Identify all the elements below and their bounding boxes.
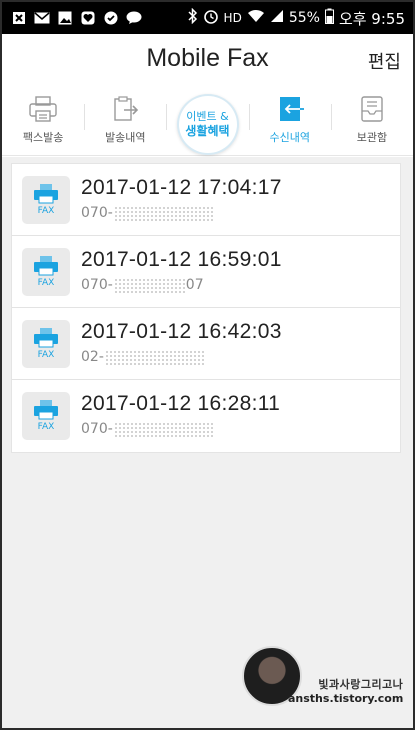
talk-icon <box>125 11 143 25</box>
close-box-icon <box>10 11 28 25</box>
fax-badge: FAX <box>22 392 70 440</box>
battery-percent: 55% <box>288 10 320 26</box>
fax-badge-label: FAX <box>37 206 55 216</box>
inbox-icon <box>275 96 305 122</box>
fax-badge: FAX <box>22 248 70 296</box>
watermark: 빛과사랑그리고나 ansths.tistory.com <box>288 678 403 706</box>
phone-screen: HD 55% 오후 9:55 Mobile Fax 편집 팩스발송 발송내역 이… <box>0 0 415 730</box>
fax-machine-icon <box>34 256 58 276</box>
tab-label: 발송내역 <box>105 131 146 144</box>
fax-badge-label: FAX <box>37 350 55 360</box>
watermark-line2: ansths.tistory.com <box>288 692 404 705</box>
fax-list-item[interactable]: FAX 2017-01-12 16:28:11 070- <box>12 380 400 452</box>
fax-badge-label: FAX <box>37 422 55 432</box>
edit-button[interactable]: 편집 <box>368 48 401 74</box>
fax-list-item[interactable]: FAX 2017-01-12 16:42:03 02- <box>12 308 400 380</box>
fax-received-time: 2017-01-12 16:28:11 <box>81 392 281 415</box>
fax-list-area: FAX 2017-01-12 17:04:17 070- FAX 2017-01… <box>2 157 413 728</box>
printer-icon <box>28 96 58 122</box>
redacted-number <box>104 349 205 365</box>
fax-number-prefix: 070- <box>81 277 113 293</box>
fax-sender-number: 070- 07 <box>81 277 204 293</box>
tab-bar: 팩스발송 발송내역 이벤트 & 생활혜택 수신내역 보관함 <box>2 86 413 156</box>
tab-label: 수신내역 <box>269 131 310 144</box>
wifi-icon <box>247 9 265 27</box>
fax-number-prefix: 070- <box>81 421 113 437</box>
fax-machine-icon <box>34 400 58 420</box>
bluetooth-icon <box>188 7 198 28</box>
fax-list-item[interactable]: FAX 2017-01-12 16:59:01 070- 07 <box>12 236 400 308</box>
fax-machine-icon <box>34 184 58 204</box>
fax-badge: FAX <box>22 176 70 224</box>
fax-number-suffix: 07 <box>185 277 204 293</box>
fax-number-prefix: 02- <box>81 349 104 365</box>
event-label-line1: 이벤트 & <box>186 110 229 123</box>
tab-send-fax[interactable]: 팩스발송 <box>2 86 84 155</box>
fax-list: FAX 2017-01-12 17:04:17 070- FAX 2017-01… <box>11 163 401 453</box>
hd-indicator: HD <box>223 11 242 25</box>
fax-list-item[interactable]: FAX 2017-01-12 17:04:17 070- <box>12 164 400 236</box>
fax-machine-icon <box>34 328 58 348</box>
tab-label: 팩스발송 <box>22 131 64 144</box>
signal-icon <box>270 9 284 27</box>
envelope-icon <box>33 11 51 25</box>
tab-storage[interactable]: 보관함 <box>330 86 413 155</box>
event-label-line2: 생활혜택 <box>185 124 230 138</box>
redacted-number <box>113 205 214 221</box>
fax-sender-number: 02- <box>81 349 205 365</box>
tab-received-history[interactable]: 수신내역 <box>248 86 331 155</box>
event-badge[interactable]: 이벤트 & 생활혜택 <box>176 94 239 155</box>
redacted-number <box>113 421 214 437</box>
fax-received-time: 2017-01-12 16:42:03 <box>81 320 282 343</box>
tab-label: 보관함 <box>356 131 388 144</box>
fax-badge: FAX <box>22 320 70 368</box>
check-icon <box>102 11 120 25</box>
page-title: Mobile Fax <box>146 44 269 72</box>
fax-received-time: 2017-01-12 17:04:17 <box>81 176 282 199</box>
fax-sender-number: 070- <box>81 421 214 437</box>
status-bar: HD 55% 오후 9:55 <box>2 2 413 34</box>
outbox-icon <box>110 96 140 122</box>
alarm-icon <box>203 8 219 28</box>
storage-icon <box>357 96 387 122</box>
battery-icon <box>324 8 334 28</box>
fax-badge-label: FAX <box>37 278 55 288</box>
redacted-number <box>113 277 186 293</box>
heart-icon <box>79 11 97 25</box>
tab-sent-history[interactable]: 발송내역 <box>84 86 166 155</box>
fax-sender-number: 070- <box>81 205 214 221</box>
watermark-line1: 빛과사랑그리고나 <box>318 678 404 691</box>
fax-number-prefix: 070- <box>81 205 113 221</box>
clock: 오후 9:55 <box>338 9 405 28</box>
app-header: Mobile Fax 편집 <box>2 34 413 86</box>
fax-received-time: 2017-01-12 16:59:01 <box>81 248 282 271</box>
tab-event-benefits[interactable]: 이벤트 & 생활혜택 <box>166 86 248 155</box>
image-icon <box>56 11 74 25</box>
